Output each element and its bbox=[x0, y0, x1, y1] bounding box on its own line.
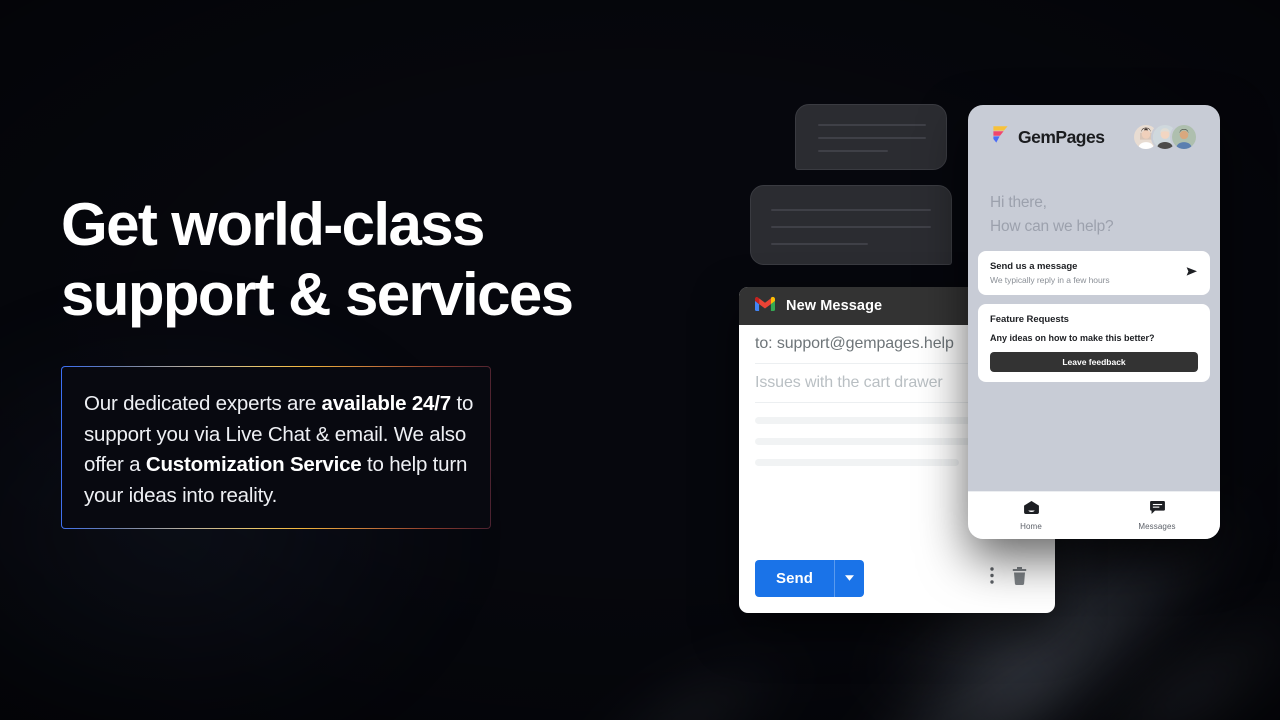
decorative-chat-bubble-bottom bbox=[750, 185, 952, 265]
gmail-compose-footer: Send bbox=[739, 543, 1055, 613]
widget-greeting: Hi there, How can we help? bbox=[990, 194, 1114, 235]
bubble-line bbox=[818, 150, 888, 152]
gempages-flag-icon bbox=[990, 124, 1011, 150]
send-message-card[interactable]: Send us a message We typically reply in … bbox=[978, 251, 1210, 295]
leave-feedback-button[interactable]: Leave feedback bbox=[990, 352, 1198, 372]
widget-header: GemPages Hi there, How can we help? bbox=[968, 105, 1220, 239]
decorative-chat-bubble-top bbox=[795, 104, 947, 170]
send-arrow-icon[interactable] bbox=[1186, 264, 1198, 282]
more-vertical-icon[interactable] bbox=[990, 567, 994, 589]
nav-item-messages[interactable]: Messages bbox=[1094, 500, 1220, 531]
widget-bottom-nav: Home Messages bbox=[968, 491, 1220, 539]
feature-requests-card: Feature Requests Any ideas on how to mak… bbox=[978, 304, 1210, 382]
nav-item-messages-label: Messages bbox=[1138, 521, 1176, 531]
widget-brand-row: GemPages bbox=[990, 123, 1198, 151]
hero-copy: Get world-class support & services bbox=[61, 190, 681, 330]
feature-requests-title: Feature Requests bbox=[990, 314, 1069, 325]
gmail-m-icon bbox=[755, 296, 775, 317]
callout-card-inner: Our dedicated experts are available 24/7… bbox=[62, 367, 490, 528]
feature-requests-question: Any ideas on how to make this better? bbox=[990, 333, 1155, 343]
widget-card-list: Send us a message We typically reply in … bbox=[968, 239, 1220, 391]
bubble-line bbox=[818, 137, 926, 139]
brand-lockup: GemPages bbox=[990, 124, 1105, 150]
gempages-chat-widget: GemPages Hi there, How can we help? Send… bbox=[968, 105, 1220, 539]
send-message-card-text: Send us a message We typically reply in … bbox=[990, 261, 1186, 285]
callout-card: Our dedicated experts are available 24/7… bbox=[61, 366, 491, 529]
send-message-subtitle: We typically reply in a few hours bbox=[990, 275, 1110, 285]
bubble-tail bbox=[930, 243, 952, 265]
bubble-line bbox=[771, 209, 931, 211]
callout-text: Our dedicated experts are available 24/7… bbox=[84, 392, 474, 507]
avatar bbox=[1170, 123, 1198, 151]
brand-name: GemPages bbox=[1018, 126, 1105, 147]
nav-item-home-label: Home bbox=[1020, 521, 1042, 531]
trash-icon[interactable] bbox=[1012, 566, 1027, 590]
bubble-tail bbox=[795, 148, 817, 170]
send-message-title: Send us a message bbox=[990, 261, 1078, 272]
bubble-line bbox=[771, 243, 868, 245]
chevron-down-icon[interactable] bbox=[834, 559, 864, 597]
nav-item-home[interactable]: Home bbox=[968, 500, 1094, 531]
bubble-line bbox=[818, 124, 926, 126]
send-button-group[interactable]: Send bbox=[755, 559, 865, 597]
send-button[interactable]: Send bbox=[755, 560, 834, 597]
gmail-window-title: New Message bbox=[786, 298, 883, 314]
gmail-footer-tools bbox=[990, 566, 1039, 590]
bubble-line bbox=[771, 226, 931, 228]
message-bubble-icon bbox=[1149, 500, 1165, 519]
page-title: Get world-class support & services bbox=[61, 191, 574, 328]
body-placeholder-line bbox=[755, 459, 960, 466]
home-envelope-icon bbox=[1023, 500, 1039, 519]
agent-avatars bbox=[1132, 123, 1198, 151]
